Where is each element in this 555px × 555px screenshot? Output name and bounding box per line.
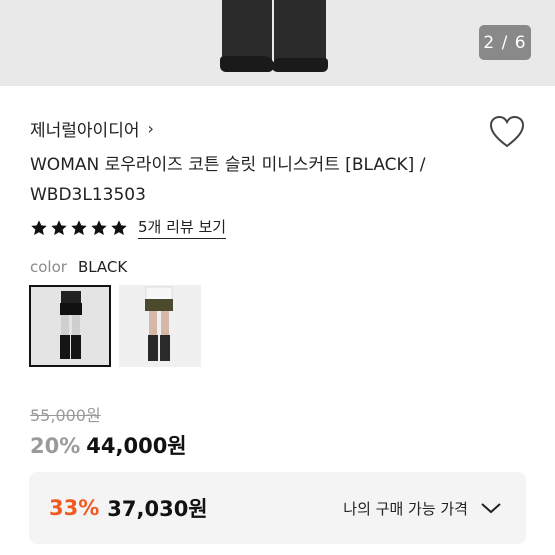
color-value: BLACK	[77, 258, 128, 276]
rating-row: 5개 리뷰 보기	[30, 216, 227, 239]
color-option-khaki[interactable]	[119, 285, 201, 367]
star-icon	[91, 219, 107, 235]
my-discount-rate: 33%	[49, 496, 100, 520]
product-photo-shoe	[220, 56, 274, 72]
product-title-line: WOMAN 로우라이즈 코튼 슬릿 미니스커트 [BLACK] /	[30, 155, 426, 175]
product-title: WOMAN 로우라이즈 코튼 슬릿 미니스커트 [BLACK] / WBD3L1…	[30, 150, 490, 210]
my-price-label: 나의 구매 가능 가격	[343, 499, 468, 518]
color-option-black[interactable]	[29, 285, 111, 367]
brand-name: 제너럴아이디어	[30, 121, 140, 141]
discount-rate: 20%	[30, 434, 81, 458]
original-price: 55,000원	[30, 406, 101, 425]
sale-price-row: 20% 44,000원	[30, 430, 187, 460]
star-icon	[71, 219, 87, 235]
product-photo-shoe	[272, 58, 328, 72]
star-icon	[31, 219, 47, 235]
color-row: color BLACK	[30, 258, 127, 276]
chevron-down-icon	[481, 503, 501, 514]
review-link[interactable]: 5개 리뷰 보기	[138, 216, 227, 239]
star-icon	[111, 219, 127, 235]
color-label: color	[30, 258, 67, 276]
heart-icon[interactable]	[489, 115, 525, 149]
product-thumbnail-image	[31, 287, 109, 365]
product-image-carousel[interactable]: 2 / 6	[0, 0, 555, 86]
image-page-counter: 2 / 6	[479, 25, 531, 60]
brand-link[interactable]: 제너럴아이디어 ›	[30, 116, 154, 141]
sale-price: 44,000원	[86, 434, 187, 458]
chevron-right-icon: ›	[147, 119, 154, 138]
star-icon	[51, 219, 67, 235]
product-thumbnail-image	[119, 285, 201, 367]
product-title-code: WBD3L13503	[30, 185, 146, 205]
my-price-dropdown[interactable]: 33% 37,030원 나의 구매 가능 가격	[29, 472, 526, 544]
my-price: 37,030원	[107, 497, 208, 521]
rating-stars	[30, 219, 128, 237]
